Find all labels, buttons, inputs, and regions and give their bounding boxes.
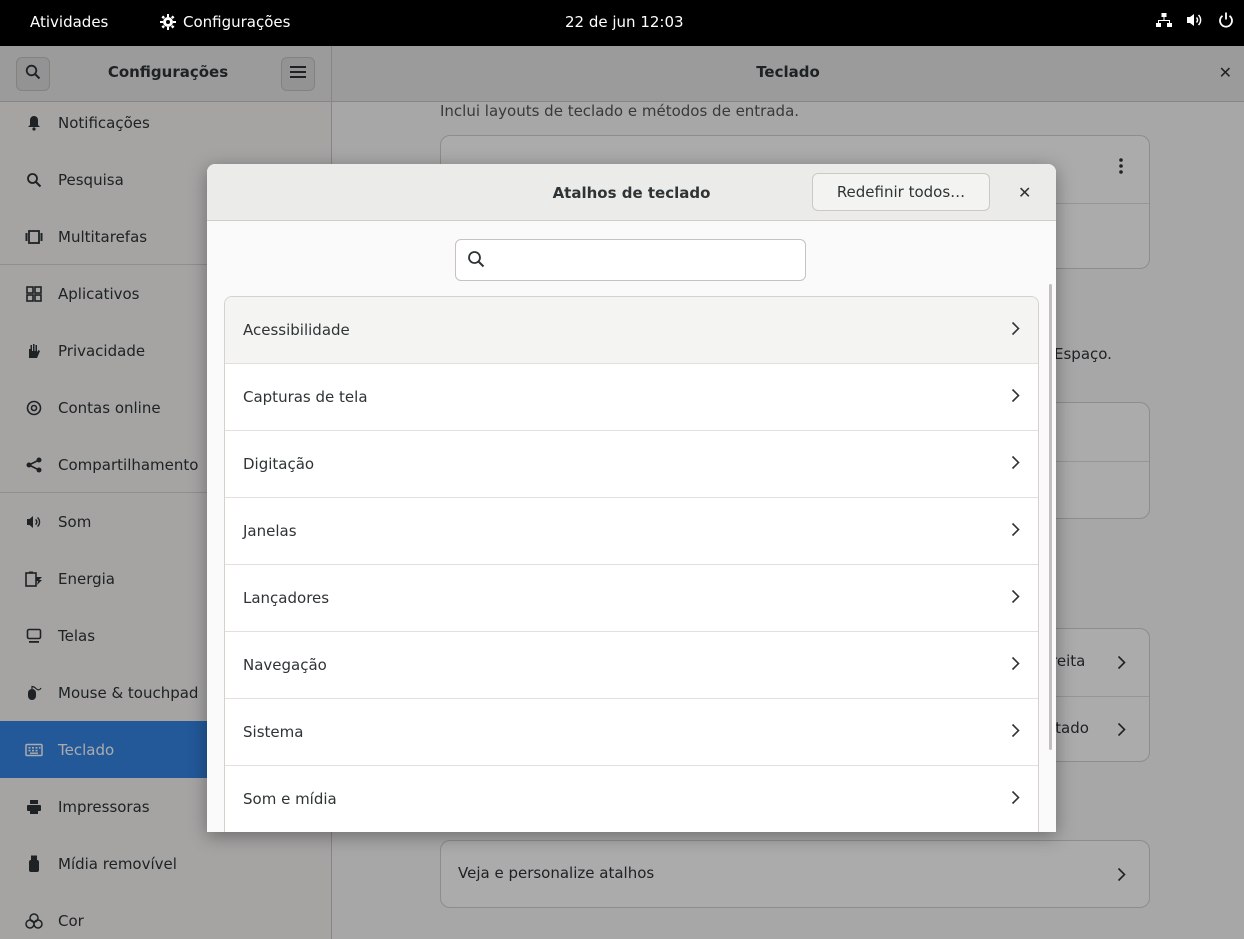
- dialog-header: Atalhos de teclado Redefinir todos… ✕: [207, 164, 1056, 221]
- dialog-close-button[interactable]: ✕: [1018, 183, 1031, 202]
- category-label: Acessibilidade: [243, 321, 350, 339]
- chevron-right-icon: [1011, 656, 1020, 675]
- list-item[interactable]: Navegação: [225, 632, 1038, 699]
- app-menu[interactable]: Configurações: [160, 13, 290, 31]
- chevron-right-icon: [1011, 723, 1020, 742]
- gear-icon: [160, 14, 176, 30]
- category-label: Lançadores: [243, 589, 330, 607]
- search-input[interactable]: [496, 246, 796, 274]
- list-item[interactable]: Som e mídia: [225, 766, 1038, 832]
- chevron-right-icon: [1011, 455, 1020, 474]
- chevron-right-icon: [1011, 589, 1020, 608]
- category-label: Janelas: [243, 522, 297, 540]
- search-icon: [467, 250, 485, 272]
- system-tray[interactable]: [1156, 12, 1234, 28]
- category-label: Capturas de tela: [243, 388, 368, 406]
- chevron-right-icon: [1011, 790, 1020, 809]
- list-scrollbar[interactable]: [1049, 284, 1052, 750]
- list-item[interactable]: Digitação: [225, 431, 1038, 498]
- list-item[interactable]: Janelas: [225, 498, 1038, 565]
- activities-button[interactable]: Atividades: [30, 13, 108, 31]
- list-item[interactable]: Lançadores: [225, 565, 1038, 632]
- keyboard-shortcuts-dialog: Atalhos de teclado Redefinir todos… ✕ Ac…: [207, 164, 1056, 832]
- category-label: Digitação: [243, 455, 315, 473]
- chevron-right-icon: [1011, 388, 1020, 407]
- shortcut-categories-list: Acessibilidade Capturas de tela Digitaçã…: [224, 296, 1039, 832]
- top-bar: Atividades Configurações 22 de jun 12:03: [0, 0, 1244, 46]
- list-item[interactable]: Capturas de tela: [225, 364, 1038, 431]
- power-icon: [1218, 12, 1234, 28]
- list-item[interactable]: Acessibilidade: [225, 297, 1038, 364]
- chevron-right-icon: [1011, 522, 1020, 541]
- chevron-right-icon: [1011, 321, 1020, 340]
- app-menu-label: Configurações: [183, 13, 291, 31]
- clock[interactable]: 22 de jun 12:03: [565, 13, 684, 31]
- volume-icon: [1186, 12, 1204, 28]
- network-icon: [1156, 12, 1172, 28]
- reset-all-button[interactable]: Redefinir todos…: [812, 173, 990, 211]
- list-item[interactable]: Sistema: [225, 699, 1038, 766]
- category-label: Navegação: [243, 656, 327, 674]
- category-label: Som e mídia: [243, 790, 337, 808]
- category-label: Sistema: [243, 723, 304, 741]
- shortcut-search-field[interactable]: [455, 239, 806, 281]
